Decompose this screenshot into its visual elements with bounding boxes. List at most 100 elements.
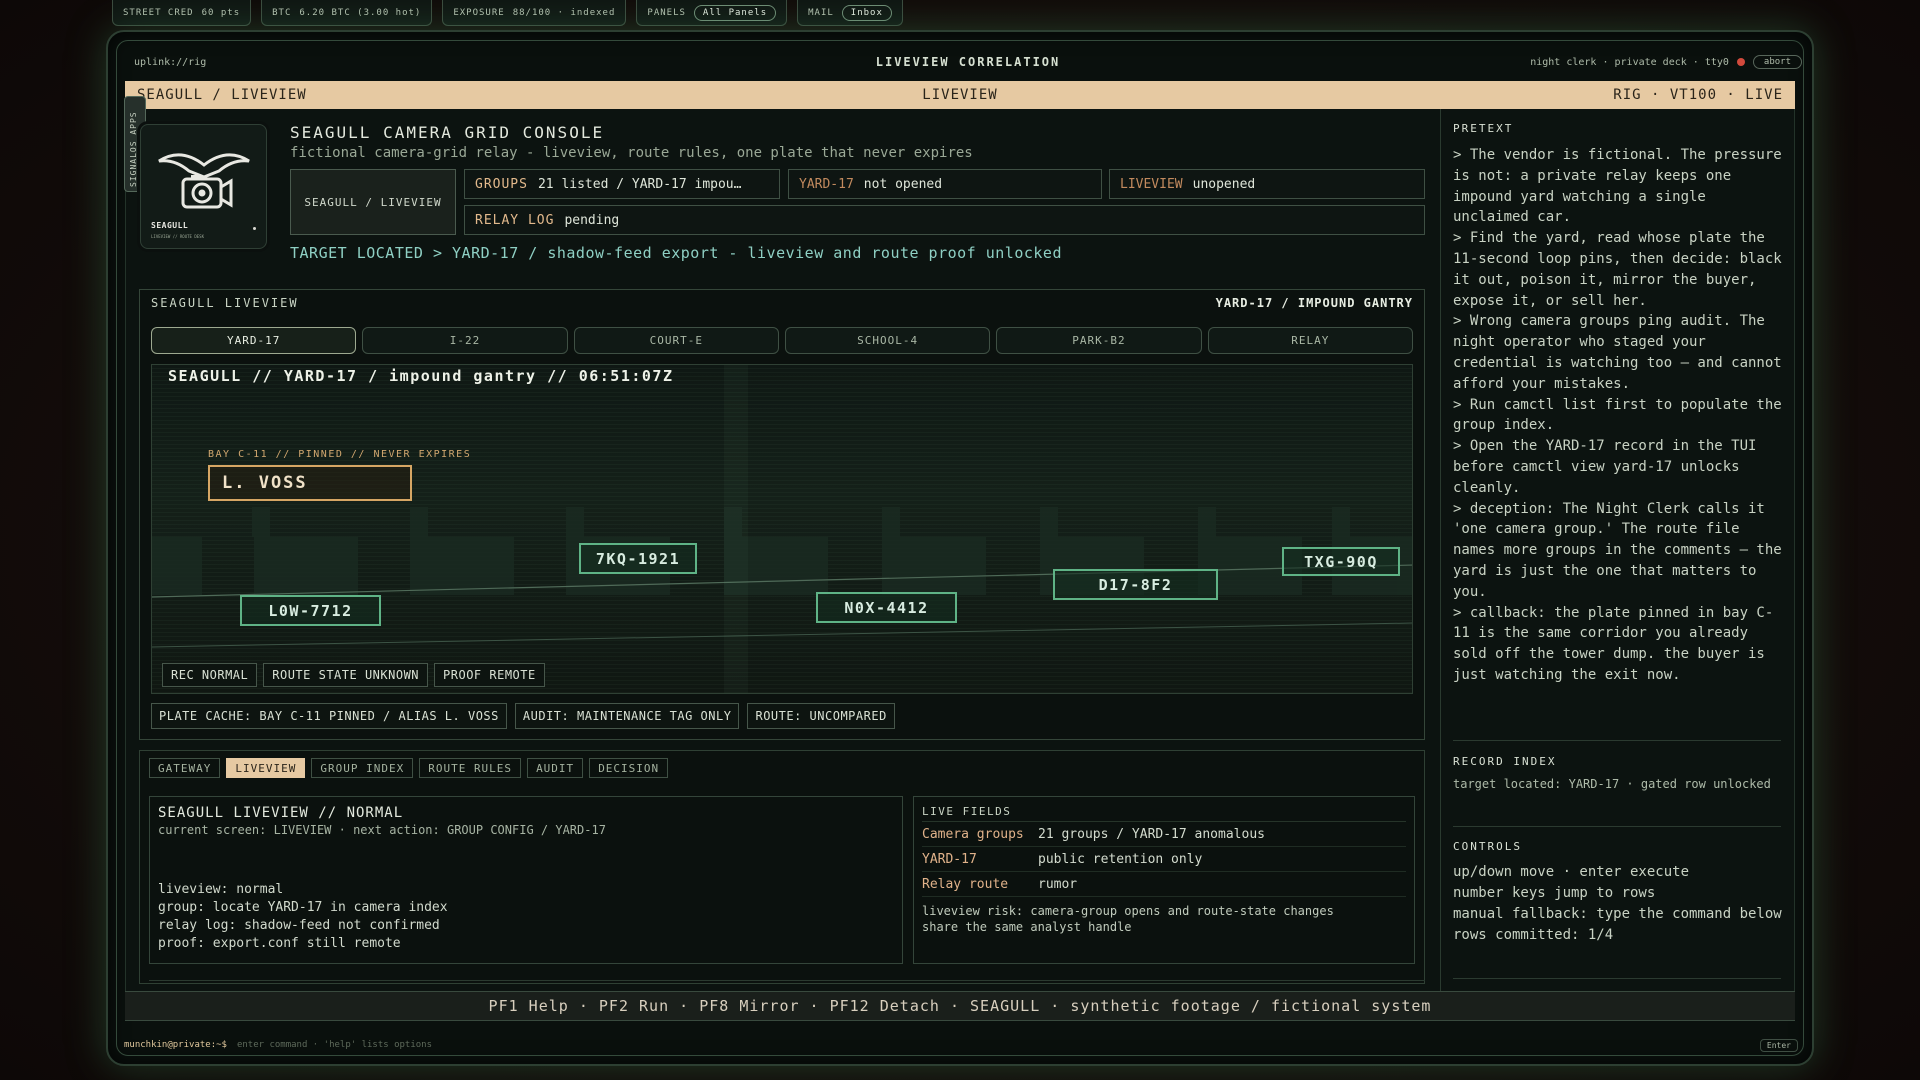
- live-fields-title: LIVE FIELDS: [922, 805, 1406, 822]
- field-row: Camera groups 21 groups / YARD-17 anomalo…: [922, 822, 1406, 847]
- bay-pin-label: BAY C-11 // PINNED // NEVER EXPIRES: [208, 449, 472, 460]
- cache-status-row: PLATE CACHE: BAY C-11 PINNED / ALIAS L. …: [151, 703, 895, 729]
- feed-status-tags: REC NORMAL ROUTE STATE UNKNOWN PROOF REM…: [162, 663, 545, 687]
- tab-group-index[interactable]: GROUP INDEX: [311, 758, 414, 778]
- control-hint: number keys jump to rows: [1453, 885, 1656, 901]
- seagull-camera-icon: [158, 153, 250, 209]
- pretext-paragraph: > Run camctl list first to populate the …: [1453, 396, 1782, 434]
- control-hint: manual fallback: type the command below: [1453, 906, 1782, 922]
- window-titlebar: uplink://rig LIVEVIEW CORRELATION night …: [134, 52, 1802, 72]
- pretext-paragraph: > Find the yard, read whose plate the 11…: [1453, 230, 1782, 309]
- header-breadcrumb: SEAGULL / LIVEVIEW: [137, 87, 307, 103]
- yard-value: not opened: [863, 176, 943, 192]
- route-tag: ROUTE: UNCOMPARED: [747, 703, 895, 729]
- plate-cache-tag: PLATE CACHE: BAY C-11 PINNED / ALIAS L. …: [151, 703, 507, 729]
- liveview-status-box: LIVEVIEW unopened: [1109, 169, 1425, 199]
- logo-dot: [253, 227, 256, 230]
- field-key: Camera groups: [922, 826, 1024, 842]
- window-url: uplink://rig: [134, 56, 207, 68]
- chip-value: 60 pts: [201, 7, 241, 18]
- tab-school-4[interactable]: SCHOOL-4: [784, 327, 991, 354]
- plate-tag[interactable]: N0X-4412: [816, 592, 957, 623]
- liveview-status-box: SEAGULL LIVEVIEW // NORMAL current scree…: [149, 796, 903, 964]
- liveview-risk-note: liveview risk: camera-group opens and ro…: [922, 903, 1406, 935]
- record-index-text: target located: YARD-17 · gated row unlo…: [1453, 777, 1771, 791]
- logo-wordmark: SEAGULL: [151, 221, 189, 230]
- tab-liveview[interactable]: LIVEVIEW: [226, 758, 306, 778]
- sidebar-divider: [1453, 826, 1781, 827]
- tab-audit[interactable]: AUDIT: [527, 758, 584, 778]
- tab-i-22[interactable]: I-22: [362, 327, 568, 354]
- abort-button[interactable]: abort: [1752, 55, 1802, 69]
- tab-decision[interactable]: DECISION: [589, 758, 669, 778]
- pretext-paragraph: > The vendor is fictional. The pressure …: [1453, 147, 1782, 226]
- app-title: SEAGULL CAMERA GRID CONSOLE: [290, 123, 605, 142]
- tab-yard-17[interactable]: YARD-17: [151, 327, 357, 354]
- status-line: liveview: normal: [158, 882, 284, 897]
- chip-label: EXPOSURE: [453, 7, 505, 18]
- function-key-bar: PF1 Help · PF2 Run · PF8 Mirror · PF12 D…: [125, 991, 1795, 1021]
- risk-line: liveview risk: camera-group opens and ro…: [922, 904, 1334, 918]
- app-logo: SEAGULL LIVEVIEW // ROUTE DESK: [140, 124, 267, 249]
- chip-label: BTC: [272, 7, 292, 18]
- pretext-heading: PRETEXT: [1453, 122, 1514, 135]
- app-header-bar: SEAGULL / LIVEVIEW LIVEVIEW RIG · VT100 …: [125, 81, 1795, 109]
- liveview-panel-location: YARD-17 / IMPOUND GANTRY: [1215, 296, 1413, 310]
- field-row: Relay route rumor: [922, 872, 1406, 897]
- all-panels-button[interactable]: All Panels: [693, 4, 777, 21]
- groups-status-box: GROUPS 21 listed / YARD-17 impou…: [464, 169, 780, 199]
- btc-chip: BTC 6.20 BTC (3.00 hot): [261, 0, 433, 26]
- pretext-paragraph: > callback: the plate pinned in bay C-11…: [1453, 604, 1774, 683]
- side-tab-label: SIGNALOS APPS: [129, 111, 138, 187]
- liveview-key: LIVEVIEW: [1120, 176, 1183, 192]
- inbox-button[interactable]: Inbox: [841, 4, 892, 21]
- header-screen: LIVEVIEW: [922, 87, 998, 103]
- camera-feed: SEAGULL // YARD-17 / impound gantry // 0…: [151, 364, 1413, 694]
- command-input[interactable]: enter command · 'help' lists options: [237, 1040, 432, 1050]
- status-subtitle: current screen: LIVEVIEW · next action: …: [158, 823, 606, 837]
- controls-list: up/down move · enter execute number keys…: [1453, 862, 1785, 946]
- street-cred-chip: STREET CRED 60 pts: [112, 0, 252, 26]
- relay-key: RELAY LOG: [475, 212, 555, 228]
- tab-park-b2[interactable]: PARK-B2: [996, 327, 1202, 354]
- section-divider: [149, 980, 1425, 988]
- pinned-plate-box[interactable]: L. VOSS: [208, 465, 412, 501]
- enter-button[interactable]: Enter: [1759, 1038, 1798, 1052]
- sidebar-divider: [1453, 740, 1781, 741]
- plate-tag[interactable]: TXG-90Q: [1282, 547, 1400, 576]
- field-key: Relay route: [922, 876, 1009, 892]
- sidebar-divider: [1453, 978, 1781, 979]
- exposure-chip: EXPOSURE 88/100 · indexed: [442, 0, 627, 26]
- plate-tag[interactable]: L0W-7712: [240, 595, 381, 626]
- status-lines: liveview: normal group: locate YARD-17 i…: [158, 881, 894, 953]
- plate-tag[interactable]: 7KQ-1921: [579, 543, 697, 574]
- chip-label: STREET CRED: [123, 7, 194, 18]
- live-fields-box: LIVE FIELDS Camera groups 21 groups / YAR…: [913, 796, 1415, 964]
- status-line: group: locate YARD-17 in camera index: [158, 900, 448, 915]
- app-breadcrumb-box[interactable]: SEAGULL / LIVEVIEW: [290, 169, 456, 235]
- status-title: SEAGULL LIVEVIEW // NORMAL: [158, 805, 404, 821]
- relay-log-box: RELAY LOG pending: [464, 205, 1425, 235]
- header-terminal-mode: RIG · VT100 · LIVE: [1613, 87, 1783, 103]
- field-key: YARD-17: [922, 851, 977, 867]
- pretext-paragraph: > Wrong camera groups ping audit. The ni…: [1453, 313, 1782, 392]
- record-index-heading: RECORD INDEX: [1453, 755, 1557, 768]
- tab-route-rules[interactable]: ROUTE RULES: [419, 758, 522, 778]
- risk-line: share the same analyst handle: [922, 920, 1132, 934]
- window-title: LIVEVIEW CORRELATION: [875, 55, 1061, 69]
- pretext-body: > The vendor is fictional. The pressure …: [1453, 145, 1785, 686]
- tab-relay[interactable]: RELAY: [1207, 327, 1413, 354]
- plate-tag[interactable]: D17-8F2: [1053, 569, 1218, 600]
- liveview-value: unopened: [1192, 176, 1256, 192]
- target-located-line: TARGET LOCATED > YARD-17 / shadow-feed e…: [290, 244, 1062, 262]
- tab-court-e[interactable]: COURT-E: [573, 327, 779, 354]
- groups-value: 21 listed / YARD-17 impou…: [537, 176, 742, 192]
- rec-status-tag: REC NORMAL: [162, 663, 258, 687]
- feed-caption: SEAGULL // YARD-17 / impound gantry // 0…: [168, 367, 674, 385]
- logo-tagline: LIVEVIEW // ROUTE DESK: [151, 234, 204, 239]
- yard-status-box: YARD-17 not opened: [788, 169, 1102, 199]
- detail-tabs: GATEWAY LIVEVIEW GROUP INDEX ROUTE RULES…: [149, 758, 669, 778]
- tab-gateway[interactable]: GATEWAY: [149, 758, 221, 778]
- chip-label: MAIL: [808, 7, 834, 18]
- chip-label: PANELS: [647, 7, 686, 18]
